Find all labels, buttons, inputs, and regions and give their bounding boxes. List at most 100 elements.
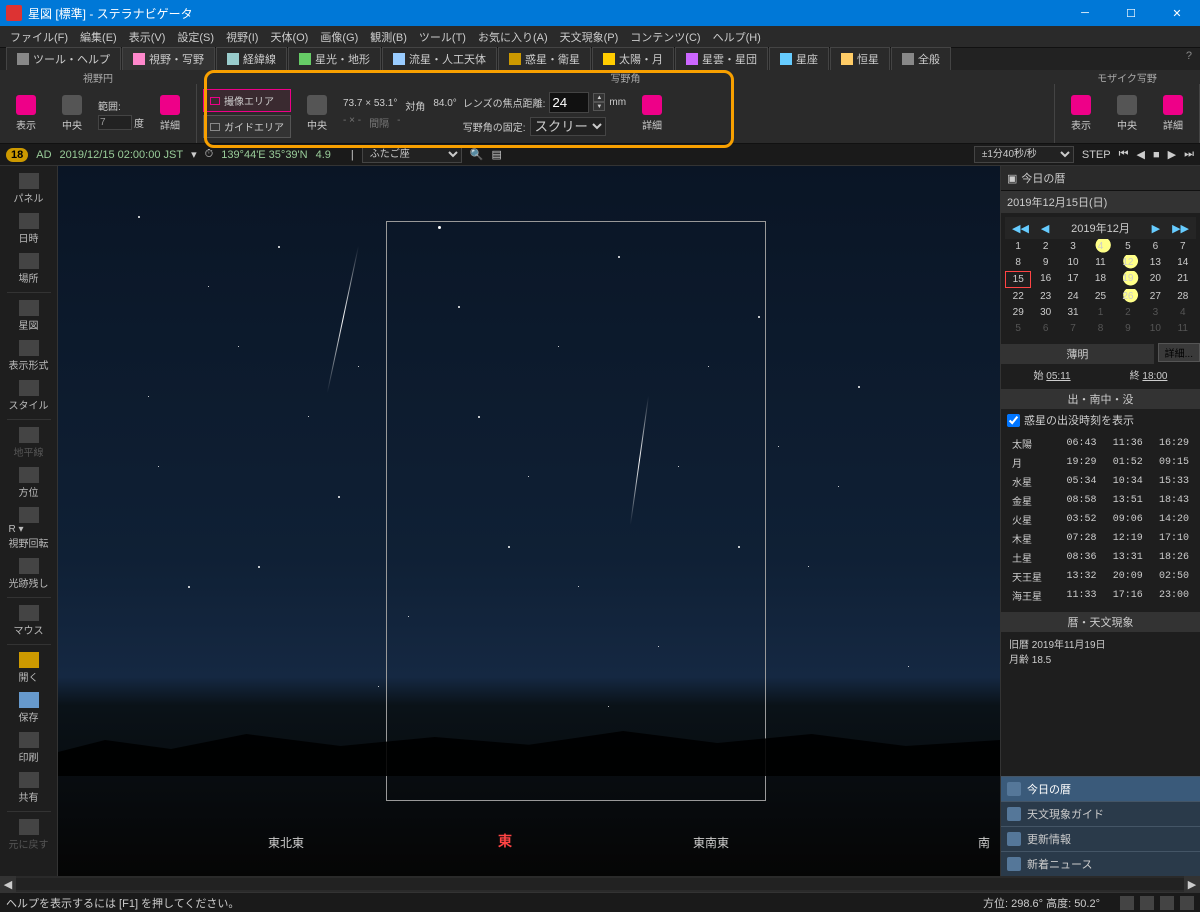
tool-共有[interactable]: 共有 bbox=[4, 769, 54, 807]
tool-方位[interactable]: 方位 bbox=[4, 464, 54, 502]
tool-表示形式[interactable]: 表示形式 bbox=[4, 337, 54, 375]
cal-day[interactable]: 4 bbox=[1170, 305, 1196, 320]
cal-day[interactable]: 19 bbox=[1115, 271, 1141, 288]
status-icon-4[interactable] bbox=[1180, 896, 1194, 910]
cal-day[interactable]: 25 bbox=[1087, 289, 1113, 304]
cal-day[interactable]: 15 bbox=[1005, 271, 1031, 288]
time-speed-select[interactable]: ±1分40秒/秒 bbox=[974, 146, 1074, 163]
guide-area-button[interactable]: ガイドエリア bbox=[203, 115, 291, 138]
cal-prev-year-button[interactable]: ◀◀ bbox=[1008, 222, 1033, 235]
close-button[interactable]: ✕ bbox=[1154, 0, 1200, 26]
help-icon[interactable]: ? bbox=[1186, 50, 1192, 62]
tool-印刷[interactable]: 印刷 bbox=[4, 729, 54, 767]
cal-day[interactable]: 12 bbox=[1115, 255, 1141, 270]
cal-day[interactable]: 3 bbox=[1142, 305, 1168, 320]
twilight-detail-button[interactable]: 詳細... bbox=[1158, 343, 1200, 362]
scroll-track[interactable] bbox=[16, 878, 1184, 890]
accordion-0[interactable]: 今日の暦 bbox=[1001, 776, 1200, 801]
accordion-2[interactable]: 更新情報 bbox=[1001, 826, 1200, 851]
menu-a[interactable]: お気に入り(A) bbox=[472, 26, 554, 48]
ribbon-tab-6[interactable]: 流星・人工天体 bbox=[382, 47, 497, 70]
cal-day[interactable]: 5 bbox=[1005, 321, 1031, 336]
play-prev-button[interactable]: ◀ bbox=[1137, 148, 1145, 161]
shaya-detail-button[interactable]: 詳細 bbox=[632, 90, 672, 138]
cal-day[interactable]: 2 bbox=[1032, 239, 1058, 254]
ribbon-tab-8[interactable]: 経緯線 bbox=[216, 47, 287, 70]
cal-day[interactable]: 18 bbox=[1087, 271, 1113, 288]
tool-星図[interactable]: 星図 bbox=[4, 297, 54, 335]
cal-day[interactable]: 4 bbox=[1087, 239, 1113, 254]
search-icon[interactable]: 🔍 bbox=[470, 148, 484, 161]
step-icon[interactable]: STEP bbox=[1082, 149, 1111, 161]
cal-day[interactable]: 8 bbox=[1087, 321, 1113, 336]
focal-length-input[interactable] bbox=[549, 92, 589, 113]
focal-up-button[interactable]: ▲ bbox=[593, 93, 605, 102]
horizontal-scrollbar[interactable]: ◀ ▶ bbox=[0, 876, 1200, 892]
tool-保存[interactable]: 保存 bbox=[4, 689, 54, 727]
tool-日時[interactable]: 日時 bbox=[4, 210, 54, 248]
cal-day[interactable]: 21 bbox=[1170, 271, 1196, 288]
cal-day[interactable]: 10 bbox=[1142, 321, 1168, 336]
cal-day[interactable]: 9 bbox=[1032, 255, 1058, 270]
cal-day[interactable]: 5 bbox=[1115, 239, 1141, 254]
ribbon-tab-7[interactable]: 星光・地形 bbox=[288, 47, 381, 70]
ribbon-tab-2[interactable]: 星座 bbox=[769, 47, 829, 70]
tool-マウス[interactable]: マウス bbox=[4, 602, 54, 640]
menu-f[interactable]: ファイル(F) bbox=[4, 26, 74, 48]
fov-lock-select[interactable]: スクリーン bbox=[530, 117, 606, 136]
ribbon-tab-4[interactable]: 太陽・月 bbox=[592, 47, 674, 70]
constellation-select[interactable]: ふたご座 bbox=[362, 146, 462, 163]
cal-day[interactable]: 7 bbox=[1170, 239, 1196, 254]
menu-s[interactable]: 設定(S) bbox=[171, 26, 220, 48]
scroll-right-button[interactable]: ▶ bbox=[1184, 876, 1200, 892]
sky-view[interactable]: 東北東 東 東南東 南 bbox=[58, 166, 1000, 876]
cal-day[interactable]: 10 bbox=[1060, 255, 1086, 270]
tool-スタイル[interactable]: スタイル bbox=[4, 377, 54, 415]
cal-day[interactable]: 23 bbox=[1032, 289, 1058, 304]
cal-day[interactable]: 6 bbox=[1032, 321, 1058, 336]
cal-day[interactable]: 27 bbox=[1142, 289, 1168, 304]
cal-day[interactable]: 20 bbox=[1142, 271, 1168, 288]
tool-場所[interactable]: 場所 bbox=[4, 250, 54, 288]
cal-day[interactable]: 30 bbox=[1032, 305, 1058, 320]
show-planets-checkbox[interactable]: 惑星の出没時刻を表示 bbox=[1001, 409, 1200, 431]
menu-g[interactable]: 画像(G) bbox=[314, 26, 364, 48]
play-next-button[interactable]: ▶ bbox=[1168, 148, 1176, 161]
ribbon-tab-9[interactable]: 視野・写野 bbox=[122, 47, 215, 70]
cal-day[interactable]: 1 bbox=[1087, 305, 1113, 320]
mosaic-show-button[interactable]: 表示 bbox=[1061, 90, 1101, 138]
menu-o[interactable]: 天体(O) bbox=[264, 26, 314, 48]
status-icon-3[interactable] bbox=[1160, 896, 1174, 910]
list-icon[interactable]: ▤ bbox=[491, 148, 501, 161]
tool-パネル[interactable]: パネル bbox=[4, 170, 54, 208]
ribbon-tab-3[interactable]: 星雲・星団 bbox=[675, 47, 768, 70]
cal-day[interactable]: 9 bbox=[1115, 321, 1141, 336]
fov-show-button[interactable]: 表示 bbox=[6, 90, 46, 138]
ribbon-tab-5[interactable]: 惑星・衛星 bbox=[498, 47, 591, 70]
menu-b[interactable]: 観測(B) bbox=[364, 26, 413, 48]
cal-day[interactable]: 8 bbox=[1005, 255, 1031, 270]
ribbon-tab-10[interactable]: ツール・ヘルプ bbox=[6, 47, 121, 70]
mosaic-detail-button[interactable]: 詳細 bbox=[1153, 90, 1193, 138]
cal-day[interactable]: 2 bbox=[1115, 305, 1141, 320]
cal-day[interactable]: 16 bbox=[1032, 271, 1058, 288]
play-stop-button[interactable]: ■ bbox=[1153, 149, 1160, 161]
cal-day[interactable]: 29 bbox=[1005, 305, 1031, 320]
cal-next-month-button[interactable]: ▶ bbox=[1148, 222, 1164, 235]
fov-range-input[interactable] bbox=[98, 115, 132, 130]
maximize-button[interactable]: ☐ bbox=[1108, 0, 1154, 26]
datetime-display[interactable]: 2019/12/15 02:00:00 JST bbox=[60, 149, 184, 161]
coords-display[interactable]: 139°44'E 35°39'N bbox=[221, 149, 307, 161]
accordion-3[interactable]: 新着ニュース bbox=[1001, 851, 1200, 876]
menu-c[interactable]: コンテンツ(C) bbox=[624, 26, 706, 48]
cal-day[interactable]: 31 bbox=[1060, 305, 1086, 320]
ribbon-tab-0[interactable]: 全般 bbox=[891, 47, 951, 70]
image-area-button[interactable]: 撮像エリア bbox=[203, 89, 291, 112]
fov-detail-button[interactable]: 詳細 bbox=[150, 90, 190, 138]
cal-day[interactable]: 11 bbox=[1170, 321, 1196, 336]
menu-t[interactable]: ツール(T) bbox=[413, 26, 472, 48]
cal-day[interactable]: 3 bbox=[1060, 239, 1086, 254]
ribbon-tab-1[interactable]: 恒星 bbox=[830, 47, 890, 70]
dropdown-icon[interactable]: ▾ bbox=[191, 148, 197, 161]
tool-開く[interactable]: 開く bbox=[4, 649, 54, 687]
